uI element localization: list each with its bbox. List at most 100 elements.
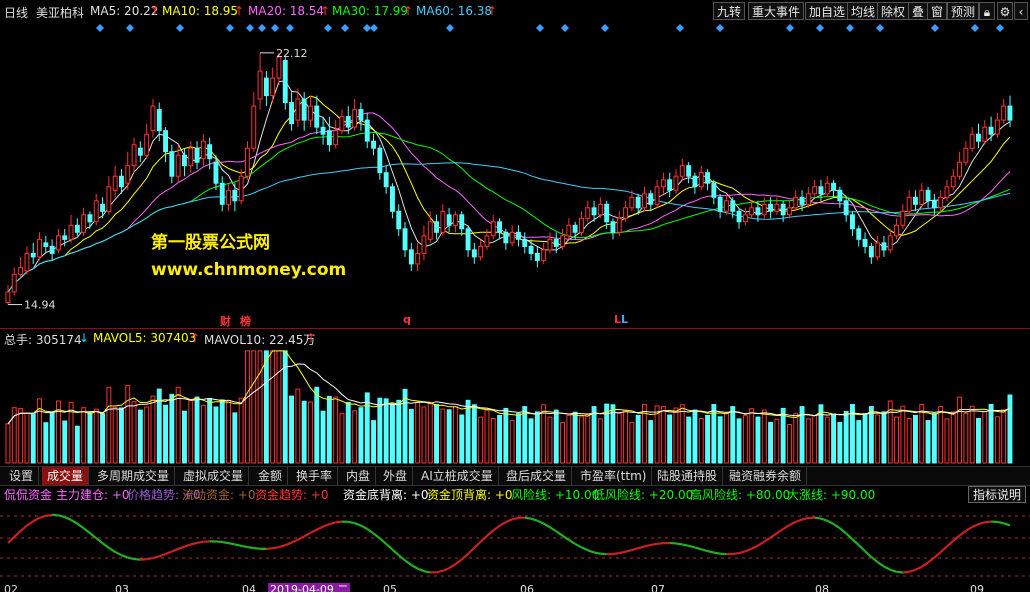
candle[interactable]	[749, 207, 755, 216]
candle[interactable]	[434, 221, 440, 233]
indicator-explain-button[interactable]: 指标说明	[968, 486, 1026, 503]
candle[interactable]	[812, 186, 818, 195]
candle[interactable]	[459, 214, 465, 230]
candle[interactable]	[18, 266, 24, 275]
candle[interactable]	[572, 224, 578, 233]
candle[interactable]	[541, 249, 547, 261]
candle[interactable]	[963, 147, 969, 163]
candle[interactable]	[144, 133, 150, 156]
tab-volume[interactable]: 成交量	[42, 467, 90, 485]
candle[interactable]	[364, 119, 370, 142]
window-button[interactable]: 窗	[927, 2, 948, 20]
period-label[interactable]: 日线	[4, 4, 28, 21]
candle[interactable]	[616, 217, 622, 233]
candle[interactable]	[660, 179, 666, 188]
jiuzhuan-button[interactable]: 九转	[713, 2, 746, 20]
candle[interactable]	[484, 235, 490, 247]
event-marker-board[interactable]: 榜	[240, 313, 251, 329]
candle[interactable]	[591, 207, 597, 216]
candle[interactable]	[24, 252, 30, 272]
tab-turnover[interactable]: 换手率	[291, 467, 339, 485]
candle[interactable]	[156, 109, 162, 132]
candle[interactable]	[906, 196, 912, 212]
candle[interactable]	[396, 210, 402, 230]
tab-ai-volume[interactable]: AI立桩成交量	[416, 467, 499, 485]
candle[interactable]	[604, 203, 610, 223]
candle[interactable]	[994, 119, 1000, 135]
candle[interactable]	[30, 252, 36, 258]
candle[interactable]	[919, 189, 925, 205]
candle[interactable]	[125, 165, 131, 184]
candle[interactable]	[377, 147, 383, 174]
candle[interactable]	[478, 245, 484, 258]
candle[interactable]	[453, 214, 458, 226]
candle[interactable]	[597, 203, 603, 216]
tab-pe-ttm[interactable]: 市盈率(ttm)	[575, 467, 653, 485]
candle[interactable]	[175, 154, 181, 177]
candle[interactable]	[251, 105, 257, 149]
tab-amount[interactable]: 金额	[253, 467, 289, 485]
candle[interactable]	[686, 165, 692, 177]
candle[interactable]	[465, 228, 471, 251]
candle[interactable]	[5, 291, 11, 303]
tab-inner-volume[interactable]: 内盘	[341, 467, 377, 485]
candle[interactable]	[780, 203, 786, 216]
event-marker-q[interactable]: q	[403, 313, 411, 326]
candle[interactable]	[339, 116, 345, 132]
candle[interactable]	[503, 231, 509, 244]
candle[interactable]	[931, 200, 937, 209]
candle[interactable]	[282, 60, 288, 104]
candle[interactable]	[440, 210, 446, 233]
candle[interactable]	[390, 186, 395, 212]
candle[interactable]	[11, 273, 17, 293]
candle[interactable]	[742, 214, 748, 223]
candle[interactable]	[238, 175, 244, 202]
indicator-chart[interactable]: 02 03 04 2019-04-09 二 05 06 07 08 09	[0, 504, 1030, 592]
candle[interactable]	[635, 196, 641, 209]
candle[interactable]	[245, 147, 250, 177]
candle[interactable]	[37, 238, 42, 258]
candle[interactable]	[950, 175, 956, 188]
forecast-button[interactable]: 预测	[947, 2, 980, 20]
event-marker-finance[interactable]: 财	[220, 313, 231, 329]
candle[interactable]	[333, 130, 339, 146]
overlay-button[interactable]: 叠	[908, 2, 929, 20]
candle[interactable]	[705, 172, 710, 184]
candle[interactable]	[805, 193, 811, 205]
candle[interactable]	[371, 140, 377, 149]
candle[interactable]	[881, 242, 887, 251]
candle[interactable]	[831, 182, 836, 191]
candle[interactable]	[522, 238, 528, 247]
candle[interactable]	[673, 175, 679, 191]
candle[interactable]	[200, 140, 206, 160]
tab-after-hours-volume[interactable]: 盘后成交量	[501, 467, 573, 485]
candle[interactable]	[560, 235, 565, 247]
candle[interactable]	[799, 196, 805, 205]
candle[interactable]	[642, 193, 647, 209]
candle[interactable]	[938, 196, 944, 209]
candle[interactable]	[692, 175, 698, 188]
candle[interactable]	[875, 242, 881, 258]
candle[interactable]	[787, 207, 792, 216]
candle[interactable]	[131, 144, 137, 167]
candle[interactable]	[553, 238, 559, 247]
settings-gear-icon[interactable]: ⚙	[997, 2, 1013, 20]
candle[interactable]	[119, 175, 124, 188]
candle[interactable]	[56, 235, 61, 251]
candle[interactable]	[711, 182, 717, 198]
candle[interactable]	[887, 235, 893, 251]
tab-settings[interactable]: 设置	[4, 467, 40, 485]
candle[interactable]	[490, 221, 496, 237]
candle[interactable]	[1007, 105, 1013, 121]
collapse-icon[interactable]: ‹	[1014, 2, 1028, 20]
candle[interactable]	[326, 130, 332, 146]
candle[interactable]	[957, 161, 962, 177]
candle[interactable]	[850, 214, 855, 230]
candle[interactable]	[257, 70, 263, 100]
candle[interactable]	[610, 221, 616, 233]
candle[interactable]	[774, 203, 780, 212]
candle[interactable]	[320, 126, 326, 135]
candle[interactable]	[194, 147, 200, 163]
candle[interactable]	[402, 228, 408, 251]
candle[interactable]	[761, 203, 767, 216]
